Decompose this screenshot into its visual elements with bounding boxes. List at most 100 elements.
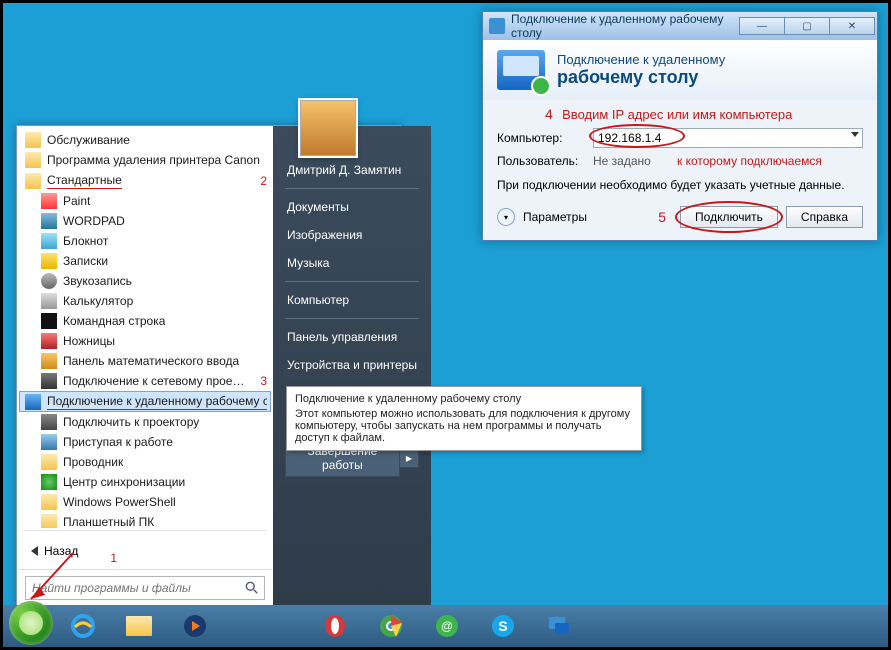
app-sync[interactable]: Центр синхронизации [19, 472, 271, 492]
maximize-button[interactable]: ▢ [784, 17, 830, 35]
back-arrow-icon [31, 546, 38, 556]
annotation-4-num: 4 [545, 106, 553, 122]
app-stickynotes[interactable]: Записки [19, 251, 271, 271]
folder-icon [41, 514, 57, 528]
svg-text:@: @ [441, 619, 453, 633]
link-music[interactable]: Музыка [285, 249, 419, 277]
search-icon [245, 581, 259, 595]
folder-tablet[interactable]: Планшетный ПК [19, 512, 271, 528]
app-mathinput[interactable]: Панель математического ввода [19, 351, 271, 371]
computer-input[interactable] [593, 128, 863, 148]
titlebar[interactable]: Подключение к удаленному рабочему столу … [483, 12, 877, 40]
rdp-app-icon [489, 18, 505, 34]
user-avatar[interactable] [300, 100, 356, 156]
taskbar-opera[interactable] [309, 609, 361, 643]
taskbar-explorer[interactable] [113, 609, 165, 643]
options-toggle[interactable]: ▾ [497, 208, 515, 226]
back-button[interactable]: Назад 1 [19, 533, 271, 569]
taskbar-mediaplayer[interactable] [169, 609, 221, 643]
taskbar-skype[interactable]: S [477, 609, 529, 643]
search-area [19, 569, 271, 606]
search-input[interactable] [25, 576, 265, 600]
label: Командная строка [63, 313, 267, 329]
dropdown-icon[interactable] [851, 132, 859, 137]
scissors-icon [41, 333, 57, 349]
label: Обслуживание [47, 132, 267, 148]
calc-icon [41, 293, 57, 309]
connect-button[interactable]: Подключить [680, 206, 778, 228]
app-getstarted[interactable]: Приступая к работе [19, 432, 271, 452]
app-netproj[interactable]: Подключение к сетевому проектору 3 [19, 371, 271, 391]
label: Назад [44, 544, 78, 558]
label: Центр синхронизации [63, 474, 267, 490]
start-menu: Обслуживание Программа удаления принтера… [16, 125, 401, 609]
tooltip: Подключение к удаленному рабочему столу … [286, 386, 642, 451]
app-cmd[interactable]: Командная строка [19, 311, 271, 331]
label: Панель математического ввода [63, 353, 267, 369]
folder-icon [126, 616, 152, 636]
folder-accessories[interactable]: Стандартные 2 [19, 170, 271, 191]
folder-icon [41, 494, 57, 510]
credential-note: При подключении необходимо будет указать… [497, 178, 863, 192]
annotation-1: 1 [110, 551, 117, 565]
app-snipping[interactable]: Ножницы [19, 331, 271, 351]
taskbar-mail[interactable]: @ [421, 609, 473, 643]
label: Подключение к сетевому проектору [63, 373, 248, 389]
app-proj[interactable]: Подключить к проектору [19, 412, 271, 432]
help-button[interactable]: Справка [786, 206, 863, 228]
start-button[interactable] [9, 601, 53, 645]
label: Подключить к проектору [63, 414, 267, 430]
start-menu-left-pane: Обслуживание Программа удаления принтера… [17, 126, 273, 608]
banner: Подключение к удаленному рабочему столу [483, 40, 877, 100]
taskbar-ie[interactable] [57, 609, 109, 643]
annotation-3: 3 [260, 373, 267, 389]
folder-icon [25, 173, 41, 189]
app-wordpad[interactable]: WORDPAD [19, 211, 271, 231]
link-computer[interactable]: Компьютер [285, 286, 419, 314]
app-paint[interactable]: Paint [19, 191, 271, 211]
options-label[interactable]: Параметры [523, 210, 587, 224]
cmd-icon [41, 313, 57, 329]
app-soundrec[interactable]: Звукозапись [19, 271, 271, 291]
desktop[interactable]: Обслуживание Программа удаления принтера… [3, 3, 888, 647]
link-controlpanel[interactable]: Панель управления [285, 323, 419, 351]
link-pictures[interactable]: Изображения [285, 221, 419, 249]
close-button[interactable]: ✕ [829, 17, 875, 35]
taskbar-chrome[interactable] [365, 609, 417, 643]
label: Программа удаления принтера Canon [47, 152, 267, 168]
folder-maintenance[interactable]: Обслуживание [19, 130, 271, 150]
taskbar-rdp[interactable] [533, 609, 585, 643]
label: Приступая к работе [63, 434, 267, 450]
app-rdp[interactable]: Подключение к удаленному рабочему сто... [19, 391, 271, 412]
minimize-button[interactable]: — [739, 17, 785, 35]
shutdown-menu-button[interactable]: ▶ [400, 449, 419, 468]
label: Записки [63, 253, 267, 269]
folder-powershell[interactable]: Windows PowerShell [19, 492, 271, 512]
app-notepad[interactable]: Блокнот [19, 231, 271, 251]
getstarted-icon [41, 434, 57, 450]
app-calc[interactable]: Калькулятор [19, 291, 271, 311]
link-documents[interactable]: Документы [285, 193, 419, 221]
notepad-icon [41, 233, 57, 249]
folder-canon[interactable]: Программа удаления принтера Canon [19, 150, 271, 170]
annotation-2: 2 [260, 173, 267, 189]
math-icon [41, 353, 57, 369]
folder-icon [25, 132, 41, 148]
label: Проводник [63, 454, 267, 470]
tooltip-title: Подключение к удаленному рабочему столу [295, 393, 633, 405]
window-title: Подключение к удаленному рабочему столу [511, 12, 734, 40]
banner-line2: рабочему столу [557, 67, 725, 88]
annotation-5: 5 [658, 209, 666, 225]
tooltip-body: Этот компьютер можно использовать для по… [295, 408, 633, 444]
label: Калькулятор [63, 293, 267, 309]
user-label: Пользователь: [497, 154, 585, 168]
user-name[interactable]: Дмитрий Д. Замятин [285, 156, 419, 184]
explorer-icon [41, 454, 57, 470]
projector-icon [41, 373, 57, 389]
label: Ножницы [63, 333, 267, 349]
link-devices[interactable]: Устройства и принтеры [285, 351, 419, 379]
svg-text:S: S [498, 618, 507, 634]
app-explorer[interactable]: Проводник [19, 452, 271, 472]
label: Подключение к удаленному рабочему сто... [47, 393, 267, 410]
paint-icon [41, 193, 57, 209]
